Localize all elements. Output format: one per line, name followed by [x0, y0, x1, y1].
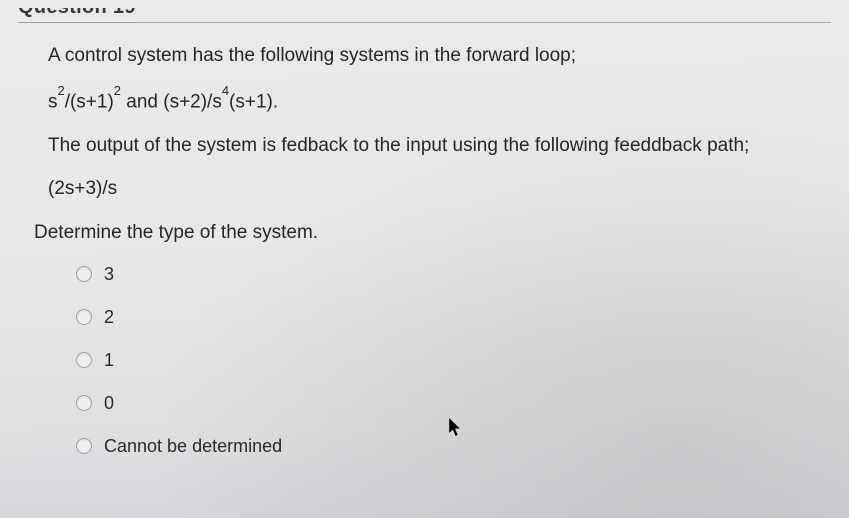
option-label: 3 [104, 264, 114, 285]
question-header: Question 19 [18, 0, 136, 23]
option-label: 2 [104, 307, 114, 328]
divider [18, 22, 831, 23]
question-line-3: The output of the system is fedback to t… [48, 133, 831, 159]
expr-part: and (s+2)/s [121, 91, 222, 112]
option-1[interactable]: 1 [76, 350, 831, 371]
option-label: 1 [104, 350, 114, 371]
expr-sup: 2 [114, 83, 121, 98]
radio-icon[interactable] [76, 266, 92, 282]
option-2[interactable]: 2 [76, 307, 831, 328]
option-0[interactable]: 0 [76, 393, 831, 414]
option-cannot-determine[interactable]: Cannot be determined [76, 436, 831, 457]
question-expression: s2/(s+1)2 and (s+2)/s4(s+1). [48, 87, 831, 115]
question-line-1: A control system has the following syste… [48, 43, 831, 69]
question-line-5: Determine the type of the system. [34, 220, 831, 246]
radio-icon[interactable] [76, 395, 92, 411]
options-group: 3 2 1 0 Cannot be determined [48, 264, 831, 457]
option-label: 0 [104, 393, 114, 414]
question-line-4: (2s+3)/s [48, 176, 831, 202]
radio-icon[interactable] [76, 309, 92, 325]
expr-sup: 4 [222, 83, 229, 98]
expr-part: (s+1). [229, 91, 278, 112]
expr-part: s [48, 91, 58, 112]
option-label: Cannot be determined [104, 436, 282, 457]
expr-sup: 2 [58, 83, 65, 98]
question-body: A control system has the following syste… [18, 43, 831, 457]
expr-part: /(s+1) [65, 91, 114, 112]
radio-icon[interactable] [76, 438, 92, 454]
option-3[interactable]: 3 [76, 264, 831, 285]
radio-icon[interactable] [76, 352, 92, 368]
